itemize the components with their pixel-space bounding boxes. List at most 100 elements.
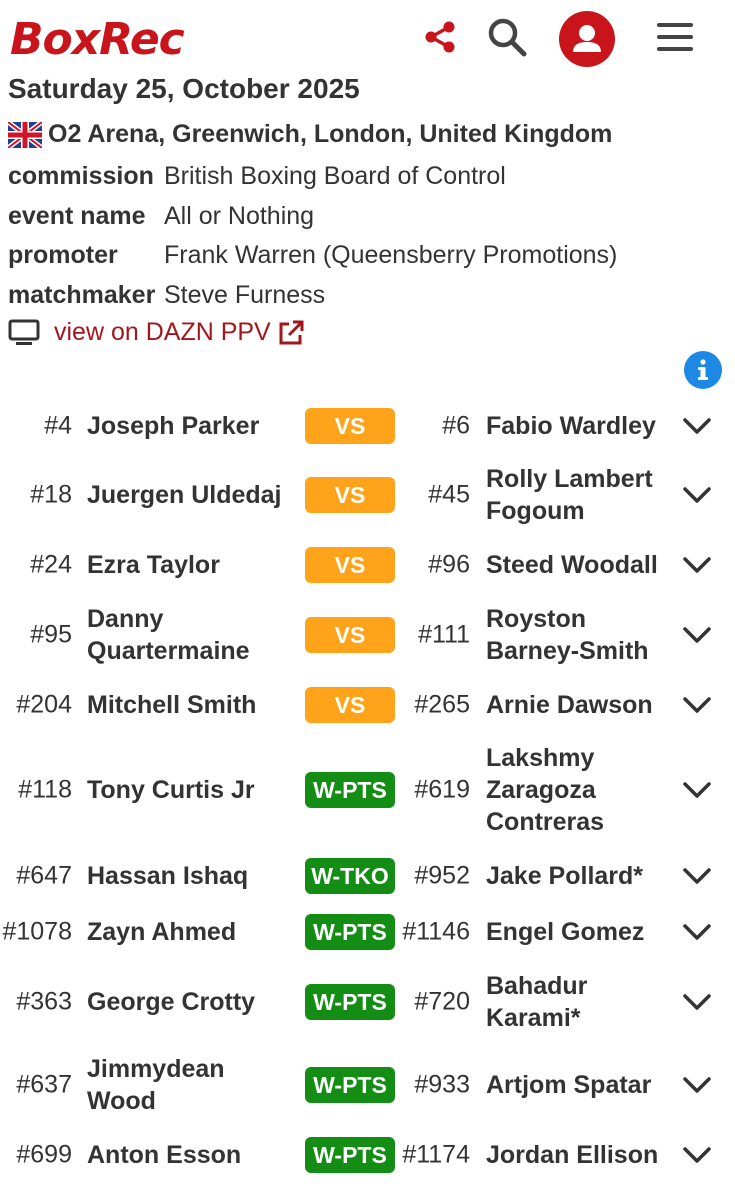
external-link-icon <box>279 320 304 344</box>
bout-row[interactable]: #4 Joseph Parker VS #6 Fabio Wardley <box>0 403 735 449</box>
boxer-rank: #647 <box>16 861 72 890</box>
bout-row[interactable]: #363 George Crotty W-PTS #720 Bahadur Karami… <box>0 965 735 1039</box>
result-badge[interactable]: W-PTS <box>305 772 395 808</box>
chevron-down-icon[interactable] <box>679 984 715 1020</box>
boxer-name-right[interactable]: Fabio Wardley <box>486 410 676 442</box>
info-label: matchmaker <box>8 281 156 309</box>
user-icon[interactable] <box>558 10 616 68</box>
info-row-matchmaker: matchmaker Steve Furness <box>8 279 325 311</box>
dazn-link[interactable]: view on DAZN PPV <box>8 318 305 347</box>
boxer-rank: #4 <box>44 411 72 440</box>
boxer-rank: #96 <box>428 550 470 579</box>
boxer-rank: #118 <box>18 775 72 804</box>
boxer-name-right[interactable]: Engel Gomez <box>486 916 676 948</box>
chevron-down-icon[interactable] <box>679 617 715 653</box>
boxer-rank: #18 <box>30 480 72 509</box>
bout-row[interactable]: #18 Juergen Uldedaj VS #45 Rolly Lambert Fog… <box>0 461 735 529</box>
info-label: commission <box>8 162 154 190</box>
vs-badge[interactable]: VS <box>305 408 395 444</box>
boxer-name-right[interactable]: Bahadur Karami* <box>486 970 676 1034</box>
uk-flag-icon <box>8 121 42 148</box>
boxer-rank: #1078 <box>2 917 72 946</box>
boxer-name-left[interactable]: Jimmydean Wood <box>87 1053 297 1117</box>
result-badge[interactable]: W-PTS <box>305 1067 395 1103</box>
bout-row[interactable]: #24 Ezra Taylor VS #96 Steed Woodall <box>0 542 735 588</box>
info-label: promoter <box>8 241 118 269</box>
event-date: Saturday 25, October 2025 <box>8 73 360 104</box>
boxer-name-left[interactable]: George Crotty <box>87 986 297 1018</box>
boxer-name-left[interactable]: Mitchell Smith <box>87 689 297 721</box>
boxer-rank: #363 <box>16 987 72 1016</box>
vs-badge[interactable]: VS <box>305 687 395 723</box>
boxer-name-left[interactable]: Ezra Taylor <box>87 549 297 581</box>
bout-row[interactable]: #1078 Zayn Ahmed W-PTS #1146 Engel Gomez <box>0 909 735 955</box>
info-icon[interactable] <box>684 351 722 389</box>
result-badge[interactable]: W-TKO <box>305 858 395 894</box>
boxer-rank: #637 <box>16 1070 72 1099</box>
chevron-down-icon[interactable] <box>679 408 715 444</box>
boxer-name-left[interactable]: Hassan Ishaq <box>87 860 297 892</box>
chevron-down-icon[interactable] <box>679 687 715 723</box>
info-row-event-name: event name All or Nothing <box>8 200 314 232</box>
boxer-name-right[interactable]: Jordan Ellison <box>486 1139 676 1171</box>
bout-row[interactable]: #118 Tony Curtis Jr W-PTS #619 Lakshmy Zarag… <box>0 742 735 838</box>
event-venue: O2 Arena, Greenwich, London, United King… <box>8 120 612 149</box>
vs-badge[interactable]: VS <box>305 477 395 513</box>
boxer-rank: #204 <box>16 690 72 719</box>
boxer-rank: #952 <box>414 861 470 890</box>
boxer-rank: #111 <box>418 620 470 649</box>
boxer-name-left[interactable]: Juergen Uldedaj <box>87 479 297 511</box>
chevron-down-icon[interactable] <box>679 1067 715 1103</box>
chevron-down-icon[interactable] <box>679 547 715 583</box>
result-badge[interactable]: W-PTS <box>305 984 395 1020</box>
result-badge[interactable]: W-PTS <box>305 1137 395 1173</box>
boxrec-logo[interactable]: BoxRec <box>10 14 185 66</box>
bout-row[interactable]: #637 Jimmydean Wood W-PTS #933 Artjom Spatar <box>0 1051 735 1119</box>
dazn-link-label[interactable]: view on DAZN PPV <box>54 318 271 347</box>
vs-badge[interactable]: VS <box>305 617 395 653</box>
chevron-down-icon[interactable] <box>679 772 715 808</box>
boxer-name-left[interactable]: Anton Esson <box>87 1139 297 1171</box>
bout-row[interactable]: #204 Mitchell Smith VS #265 Arnie Dawson <box>0 682 735 728</box>
app-header: BoxRec <box>0 0 735 72</box>
boxer-name-right[interactable]: Royston Barney-Smith <box>486 603 676 667</box>
chevron-down-icon[interactable] <box>679 1137 715 1173</box>
chevron-down-icon[interactable] <box>679 858 715 894</box>
bout-row[interactable]: #699 Anton Esson W-PTS #1174 Jordan Ellison <box>0 1132 735 1178</box>
boxer-rank: #720 <box>414 987 470 1016</box>
bout-row[interactable]: #647 Hassan Ishaq W-TKO #952 Jake Pollard* <box>0 853 735 899</box>
info-value[interactable]: British Boxing Board of Control <box>164 160 506 192</box>
boxer-rank: #265 <box>414 690 470 719</box>
chevron-down-icon[interactable] <box>679 914 715 950</box>
menu-icon[interactable] <box>650 12 700 62</box>
venue-name[interactable]: O2 Arena, Greenwich, London, United King… <box>48 120 612 149</box>
boxer-name-left[interactable]: Tony Curtis Jr <box>87 774 297 806</box>
info-value[interactable]: Frank Warren (Queensberry Promotions) <box>164 239 617 271</box>
boxer-name-right[interactable]: Rolly Lambert Fogoum <box>486 463 676 527</box>
boxer-rank: #1146 <box>402 917 470 946</box>
boxer-rank: #6 <box>442 411 470 440</box>
boxer-name-right[interactable]: Jake Pollard* <box>486 860 676 892</box>
vs-badge[interactable]: VS <box>305 547 395 583</box>
boxer-name-left[interactable]: Joseph Parker <box>87 410 297 442</box>
boxer-name-left[interactable]: Danny Quartermaine <box>87 603 297 667</box>
chevron-down-icon[interactable] <box>679 477 715 513</box>
boxer-name-right[interactable]: Steed Woodall <box>486 549 676 581</box>
boxer-name-right[interactable]: Lakshmy Zaragoza Contreras <box>486 742 676 838</box>
result-badge[interactable]: W-PTS <box>305 914 395 950</box>
info-value: All or Nothing <box>164 202 315 230</box>
share-icon[interactable] <box>415 12 465 62</box>
info-label: event name <box>8 202 146 230</box>
boxer-rank: #1174 <box>402 1140 470 1169</box>
boxer-name-left[interactable]: Zayn Ahmed <box>87 916 297 948</box>
search-icon[interactable] <box>482 12 532 62</box>
info-row-commission: commission British Boxing Board of Contr… <box>8 160 506 192</box>
info-value[interactable]: Steve Furness <box>164 279 325 311</box>
boxer-name-right[interactable]: Artjom Spatar <box>486 1069 676 1101</box>
boxer-rank: #95 <box>30 620 72 649</box>
bout-row[interactable]: #95 Danny Quartermaine VS #111 Royston Barne… <box>0 601 735 669</box>
boxer-rank: #933 <box>414 1070 470 1099</box>
boxer-rank: #45 <box>428 480 470 509</box>
boxer-rank: #699 <box>16 1140 72 1169</box>
boxer-name-right[interactable]: Arnie Dawson <box>486 689 676 721</box>
